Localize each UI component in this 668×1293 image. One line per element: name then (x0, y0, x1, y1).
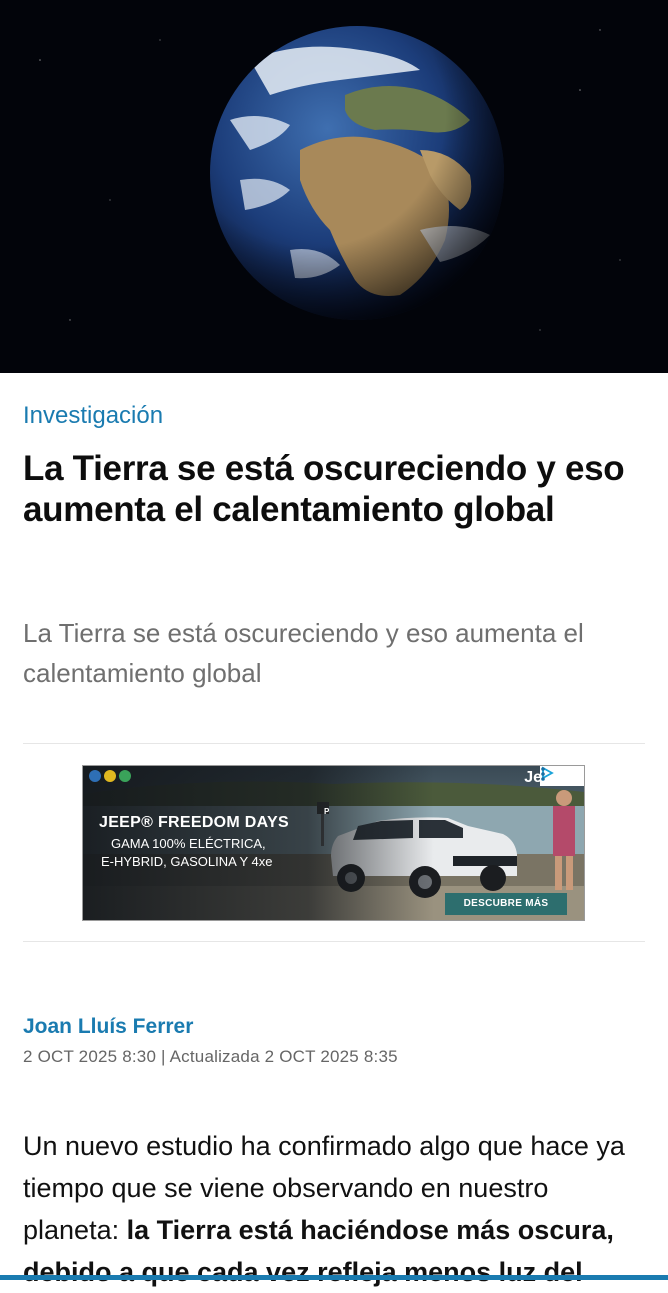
parking-sign: P (324, 807, 330, 816)
ad-choices[interactable] (540, 766, 584, 786)
divider (23, 941, 645, 942)
hero-image (0, 0, 668, 373)
advertisement[interactable]: P Je JEEP® FREEDOM DAYS GAMA 100% ELÉCTR… (82, 765, 585, 921)
divider (23, 743, 645, 744)
ad-cta-button[interactable]: DESCUBRE MÁS (445, 893, 567, 915)
bottom-progress-bar (0, 1275, 668, 1280)
article-headline: La Tierra se está oscureciendo y eso aum… (23, 449, 625, 529)
category-link[interactable]: Investigación (23, 401, 163, 431)
ad-title: JEEP® FREEDOM DAYS (99, 814, 289, 831)
ad-line-2: E-HYBRID, GASOLINA Y 4xe (101, 854, 273, 869)
ad-badges (89, 770, 131, 782)
publish-dates: 2 OCT 2025 8:30 | Actualizada 2 OCT 2025… (23, 1047, 398, 1066)
ad-line-1: GAMA 100% ELÉCTRICA, (111, 836, 266, 851)
author-link[interactable]: Joan Lluís Ferrer (23, 1015, 193, 1039)
article-body: Un nuevo estudio ha confirmado algo que … (23, 1125, 645, 1293)
badge-icon (119, 770, 131, 782)
earth-image (39, 26, 621, 331)
badge-icon (89, 770, 101, 782)
more-options-icon[interactable] (540, 766, 546, 782)
badge-icon (104, 770, 116, 782)
article-subtitle: La Tierra se está oscureciendo y eso aum… (23, 618, 584, 688)
